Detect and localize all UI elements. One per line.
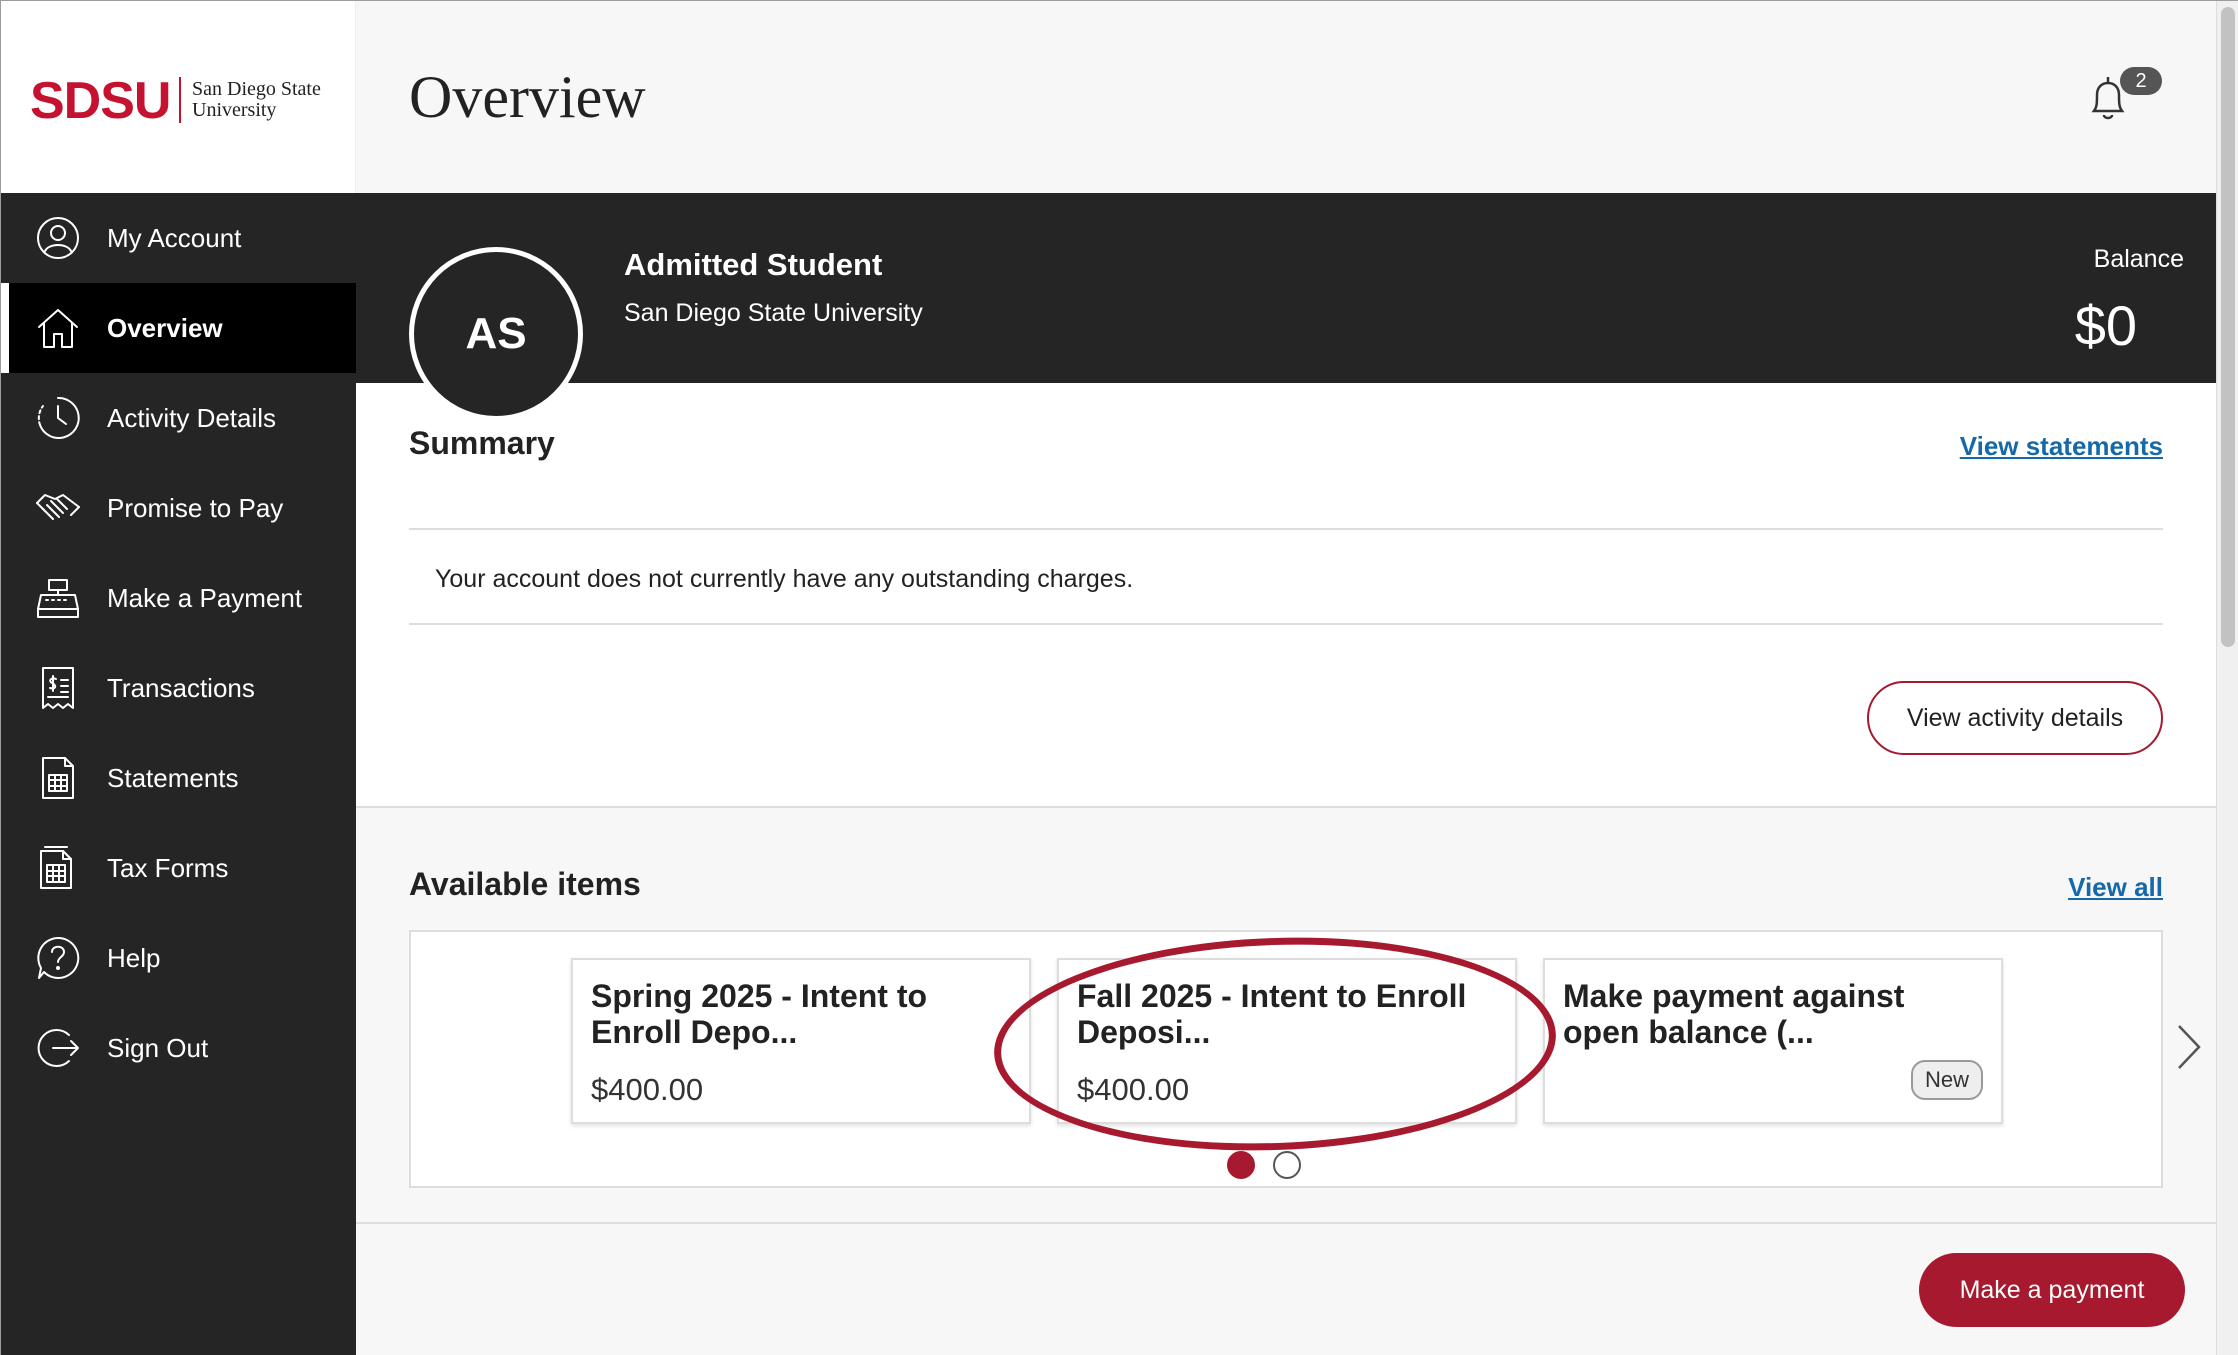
profile-banner: AS Admitted Student San Diego State Univ…	[356, 193, 2216, 421]
new-badge: New	[1910, 1060, 1983, 1100]
sidebar-item-label: Activity Details	[107, 402, 277, 433]
logo[interactable]: SDSU San Diego State University	[1, 1, 356, 193]
available-items-section: Available items View all Spring 2025 - I…	[356, 810, 2216, 1224]
view-activity-details-button[interactable]: View activity details	[1867, 681, 2163, 755]
sidebar-item-label: Transactions	[107, 672, 255, 703]
sidebar-item-help[interactable]: Help	[1, 913, 356, 1003]
sidebar-item-activity-details[interactable]: Activity Details	[1, 373, 356, 463]
sidebar-item-label: Help	[107, 942, 161, 973]
sidebar: SDSU San Diego State University My Accou…	[1, 1, 356, 1355]
view-statements-link[interactable]: View statements	[1960, 431, 2163, 462]
item-price: $400.00	[1077, 1072, 1190, 1107]
logo-divider	[179, 77, 181, 123]
sidebar-nav: My Account Overview Activity Details Pro…	[1, 193, 356, 1093]
clock-icon	[35, 395, 81, 441]
vertical-scrollbar[interactable]	[2216, 1, 2238, 1355]
sidebar-item-promise-to-pay[interactable]: Promise to Pay	[1, 463, 356, 553]
sidebar-item-label: Sign Out	[107, 1032, 209, 1063]
balance-value: $0	[2074, 294, 2137, 357]
sidebar-item-label: Statements	[107, 762, 239, 793]
summary-message: Your account does not currently have any…	[435, 565, 1134, 593]
sidebar-item-label: Promise to Pay	[107, 492, 284, 523]
available-items-title: Available items	[409, 866, 641, 902]
sidebar-item-tax-forms[interactable]: Tax Forms	[1, 823, 356, 913]
cash-register-icon	[35, 575, 81, 621]
bell-icon	[2084, 77, 2132, 127]
item-card-open-balance-payment[interactable]: Make payment against open balance (... N…	[1543, 958, 2003, 1124]
carousel-next-button[interactable]	[2171, 1012, 2207, 1082]
main-content: Overview 2 AS Admitted Student San Diego…	[356, 1, 2216, 1355]
top-bar: Overview 2	[356, 1, 2216, 193]
sign-out-icon	[35, 1025, 81, 1071]
student-name: Admitted Student	[624, 247, 883, 282]
sidebar-item-label: Tax Forms	[107, 852, 229, 883]
tax-form-icon	[35, 845, 81, 891]
handshake-icon	[35, 485, 81, 531]
sidebar-item-my-account[interactable]: My Account	[1, 193, 356, 283]
items-carousel: Spring 2025 - Intent to Enroll Depo... $…	[409, 930, 2201, 1188]
carousel-dot-1[interactable]	[1227, 1151, 1255, 1179]
sidebar-item-overview[interactable]: Overview	[1, 283, 356, 373]
document-table-icon	[35, 755, 81, 801]
make-a-payment-button[interactable]: Make a payment	[1919, 1253, 2185, 1327]
item-title: Spring 2025 - Intent to Enroll Depo...	[591, 978, 928, 1050]
view-all-link[interactable]: View all	[2068, 872, 2163, 903]
sidebar-item-make-a-payment[interactable]: Make a Payment	[1, 553, 356, 643]
logo-text-line2: University	[192, 99, 277, 121]
balance-label: Balance	[2093, 245, 2184, 273]
sidebar-item-label: Overview	[107, 312, 223, 343]
sidebar-item-label: My Account	[107, 222, 242, 253]
item-card-fall-2025-deposit[interactable]: Fall 2025 - Intent to Enroll Deposi... $…	[1057, 958, 1517, 1124]
student-institution: San Diego State University	[624, 299, 923, 327]
browser-window: SDSU San Diego State University My Accou…	[0, 0, 2238, 1355]
receipt-icon	[35, 665, 81, 711]
sidebar-item-label: Make a Payment	[107, 582, 303, 613]
avatar: AS	[409, 247, 583, 421]
carousel-dot-2[interactable]	[1273, 1151, 1301, 1179]
page-title: Overview	[409, 64, 646, 130]
logo-text-line1: San Diego State	[192, 78, 321, 100]
sidebar-item-sign-out[interactable]: Sign Out	[1, 1003, 356, 1093]
scrollbar-thumb[interactable]	[2221, 7, 2235, 647]
chevron-right-icon	[2171, 1025, 2207, 1086]
summary-card: Summary View statements Your account doe…	[356, 383, 2216, 808]
sidebar-item-transactions[interactable]: Transactions	[1, 643, 356, 733]
help-icon	[35, 935, 81, 981]
item-title: Make payment against open balance (...	[1563, 978, 1905, 1050]
sidebar-item-statements[interactable]: Statements	[1, 733, 356, 823]
item-card-spring-2025-deposit[interactable]: Spring 2025 - Intent to Enroll Depo... $…	[571, 958, 1031, 1124]
notification-count-badge: 2	[2120, 67, 2162, 95]
logo-text: San Diego State University	[192, 79, 321, 121]
summary-row: Your account does not currently have any…	[409, 528, 2163, 625]
user-circle-icon	[35, 215, 81, 261]
item-title: Fall 2025 - Intent to Enroll Deposi...	[1077, 978, 1467, 1050]
summary-title: Summary	[409, 425, 555, 461]
home-icon	[35, 305, 81, 351]
item-price: $400.00	[591, 1072, 704, 1107]
logo-mark: SDSU	[30, 72, 171, 130]
